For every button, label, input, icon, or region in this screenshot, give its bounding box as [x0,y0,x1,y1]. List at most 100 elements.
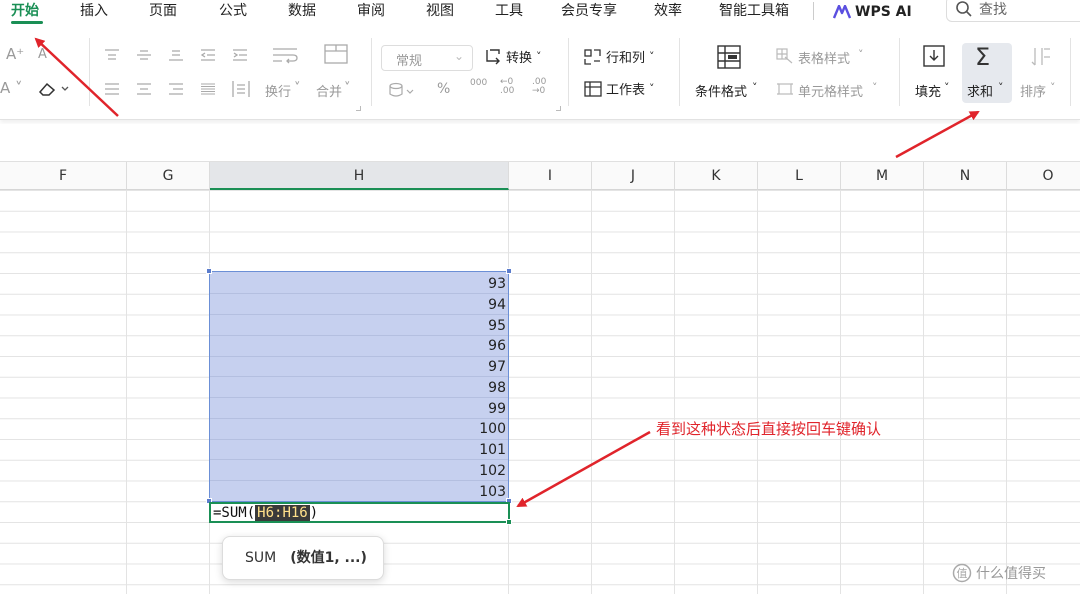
cell-h7[interactable]: 94 [210,294,506,315]
rows-cols-button[interactable]: 行和列 ˅ [584,47,655,66]
currency-icon[interactable] [388,82,416,98]
fill-icon[interactable] [922,44,946,68]
formula-bar[interactable] [0,124,1080,162]
wrap-text-icon[interactable] [272,46,298,64]
tab-insert[interactable]: 插入 [80,0,108,24]
sum-button[interactable]: Σ 求和 ˅ [962,43,1012,103]
cell-h14[interactable]: 101 [210,439,506,460]
column-header-g[interactable]: G [127,162,210,190]
column-header-l[interactable]: L [758,162,841,190]
tab-separator [813,2,814,20]
indent-decrease-icon[interactable] [200,48,216,62]
number-dialog-launcher[interactable] [556,106,561,111]
watermark: 值 什么值得买 [952,563,1046,583]
column-header-h[interactable]: H [210,162,509,190]
fill-label[interactable]: 填充 [915,81,941,100]
cell-h6[interactable]: 93 [210,273,506,294]
tab-page[interactable]: 页面 [149,0,177,24]
cell-style-label[interactable]: 单元格样式 [798,81,863,100]
cell-h8[interactable]: 95 [210,315,506,336]
thousands-separator-icon[interactable]: 000 [470,78,487,88]
formula-prefix: =SUM( [213,505,256,521]
wrap-text-label[interactable]: 换行 [265,81,291,100]
range-handle-top-left[interactable] [206,268,212,274]
align-center-icon[interactable] [136,82,152,96]
table-style-label[interactable]: 表格样式 [798,48,850,67]
chevron-down-icon[interactable]: ˅ [944,81,950,94]
column-gridline [923,190,924,594]
decrease-decimal-icon[interactable]: .00 →0 [532,78,554,96]
sort-icon[interactable] [1030,45,1054,69]
cell-h11[interactable]: 98 [210,377,506,398]
tab-view[interactable]: 视图 [426,0,454,24]
font-decrease-icon[interactable]: A [38,47,47,62]
chevron-down-icon[interactable]: ˅ [752,81,758,94]
search-box[interactable]: 查找 [946,0,1080,22]
column-header-n[interactable]: N [924,162,1007,190]
fill-handle[interactable] [506,519,512,525]
range-handle-top-right[interactable] [506,268,512,274]
ribbon-separator [679,38,680,106]
increase-decimal-icon[interactable]: ←0 .00 [500,78,522,96]
align-left-icon[interactable] [104,82,120,96]
alignment-dialog-launcher[interactable] [356,106,361,111]
merge-dropdown-icon[interactable]: ˅ [344,81,351,96]
wps-ai-button[interactable]: WPS AI [833,0,912,24]
eraser-icon[interactable] [38,81,72,97]
tab-smart-toolbox[interactable]: 智能工具箱 [719,0,789,24]
tab-member[interactable]: 会员专享 [561,0,617,24]
tab-data[interactable]: 数据 [288,0,316,24]
table-style-icon[interactable] [776,48,794,64]
ribbon-separator [899,38,900,106]
align-middle-icon[interactable] [136,48,152,62]
align-justify-icon[interactable] [200,82,216,96]
editing-cell-h17[interactable]: =SUM(H6:H16) [209,502,510,523]
sort-label[interactable]: 排序 [1020,81,1046,100]
cell-h15[interactable]: 102 [210,460,506,481]
merge-cells-icon[interactable] [324,44,348,64]
align-right-icon[interactable] [168,82,184,96]
indent-increase-icon[interactable] [232,48,248,62]
distributed-icon[interactable] [232,80,250,98]
cell-h16[interactable]: 103 [210,481,506,502]
chevron-down-icon[interactable]: ˅ [1050,81,1056,94]
worksheet-label: 工作表 [606,83,646,98]
cell-h12[interactable]: 99 [210,398,506,419]
svg-text:值: 值 [957,567,968,580]
cell-h9[interactable]: 96 [210,335,506,356]
cell-style-icon[interactable] [776,81,794,97]
column-header-j[interactable]: J [592,162,675,190]
conditional-format-icon[interactable] [716,44,742,70]
column-header-f[interactable]: F [0,162,127,190]
chevron-down-icon[interactable]: ˅ [858,48,864,61]
cell-grid[interactable] [0,190,1080,594]
column-header-k[interactable]: K [675,162,758,190]
percent-icon[interactable]: % [437,81,450,97]
cell-h10[interactable]: 97 [210,356,506,377]
merge-label[interactable]: 合并 [316,81,342,100]
column-header-m[interactable]: M [841,162,924,190]
align-top-icon[interactable] [104,48,120,62]
formula-text[interactable]: =SUM(H6:H16) [213,505,318,521]
tab-review[interactable]: 审阅 [357,0,385,24]
font-color-icon[interactable]: A ˅ [0,79,23,97]
tooltip-function-args: (数值1, ...) [290,550,367,566]
align-bottom-icon[interactable] [168,48,184,62]
cell-h13[interactable]: 100 [210,418,506,439]
tab-formulas[interactable]: 公式 [219,0,247,24]
convert-button[interactable]: 转换 ˅ [484,47,542,66]
tab-efficiency[interactable]: 效率 [654,0,682,24]
worksheet-button[interactable]: 工作表 ˅ [584,79,655,98]
column-header-i[interactable]: I [509,162,592,190]
column-header-o[interactable]: O [1007,162,1080,190]
font-increase-icon[interactable]: A⁺ [6,45,24,63]
conditional-format-label[interactable]: 条件格式 [695,81,747,100]
column-gridline [840,190,841,594]
function-tooltip: SUM (数值1, ...) [222,536,384,580]
tab-tools[interactable]: 工具 [495,0,523,24]
rows-cols-label: 行和列 [606,51,646,66]
ribbon-separator [371,38,372,106]
number-format-select[interactable]: 常规 ⌄ [381,45,473,71]
wrap-dropdown-icon[interactable]: ˅ [294,81,301,96]
chevron-down-icon[interactable]: ˅ [872,81,878,94]
